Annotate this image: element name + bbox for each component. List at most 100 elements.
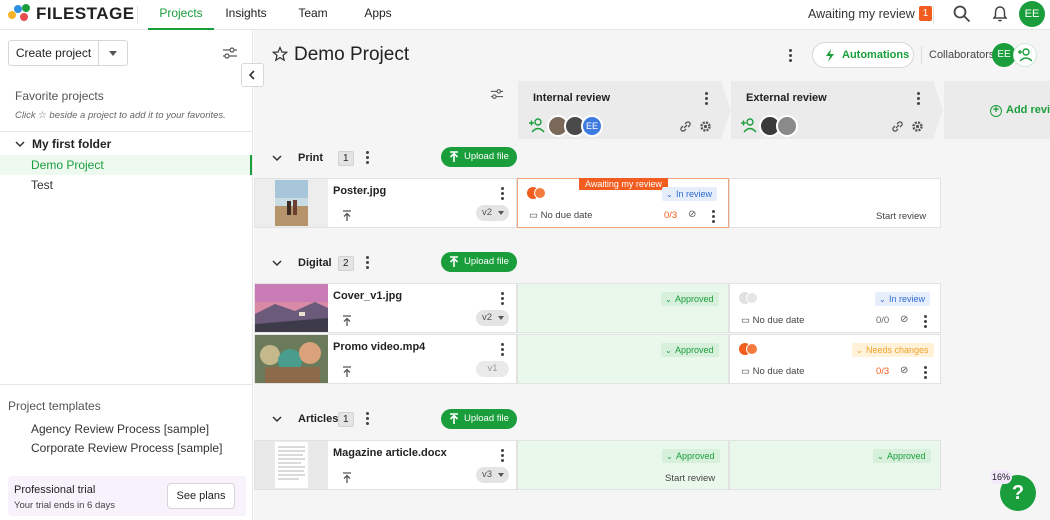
favorite-star-icon[interactable] — [272, 46, 288, 62]
reviewer-status-toggle[interactable] — [739, 292, 761, 304]
file-menu-icon[interactable] — [500, 187, 504, 201]
start-review-link[interactable]: Start review — [876, 211, 926, 222]
status-approved[interactable]: ⌄ Approved — [661, 292, 719, 306]
cell-menu-icon[interactable] — [923, 366, 927, 380]
tab-insights[interactable]: Insights — [220, 0, 272, 30]
tab-team[interactable]: Team — [290, 0, 336, 30]
project-menu-icon[interactable] — [788, 49, 792, 63]
link-icon[interactable]: ⊘ — [900, 314, 908, 325]
upload-file-button[interactable]: Upload file — [441, 147, 517, 167]
status-needs-changes[interactable]: ⌄ Needs changes — [852, 343, 934, 357]
file-name[interactable]: Magazine article.docx — [333, 447, 447, 459]
file-thumbnail[interactable] — [255, 335, 328, 383]
upload-file-button[interactable]: Upload file — [441, 409, 517, 429]
add-reviewer-icon[interactable] — [740, 117, 758, 133]
link-icon[interactable] — [891, 121, 904, 133]
gear-icon[interactable] — [699, 120, 712, 133]
group-menu-icon[interactable] — [366, 412, 370, 426]
create-project-dropdown[interactable] — [99, 41, 127, 65]
reviewer-avatar[interactable] — [776, 115, 798, 137]
group-menu-icon[interactable] — [366, 151, 370, 165]
file-name[interactable]: Promo video.mp4 — [333, 341, 425, 353]
tab-projects[interactable]: Projects — [148, 0, 214, 30]
chevron-down-icon[interactable] — [272, 259, 282, 267]
status-approved[interactable]: ⌄ Approved — [873, 449, 931, 463]
file-menu-icon[interactable] — [500, 343, 504, 357]
sidebar-item-demo-project[interactable]: Demo Project — [0, 155, 252, 175]
collapse-sidebar-button[interactable] — [241, 63, 264, 87]
group-menu-icon[interactable] — [366, 256, 370, 270]
version-selector[interactable]: v2 — [476, 205, 509, 221]
sidebar-item-test[interactable]: Test — [0, 175, 252, 195]
file-card-cover[interactable]: Cover_v1.jpg v2 — [254, 283, 517, 333]
gear-icon[interactable] — [911, 120, 924, 133]
upload-file-button[interactable]: Upload file — [441, 252, 517, 272]
upload-version-icon[interactable] — [342, 366, 352, 378]
add-reviewer-icon[interactable] — [528, 117, 546, 133]
review-cell-promo-internal[interactable]: ⌄ Approved — [517, 334, 729, 384]
template-agency-review[interactable]: Agency Review Process [sample] — [31, 422, 209, 436]
review-cell-poster-external[interactable]: Start review — [729, 178, 941, 228]
file-thumbnail[interactable] — [255, 441, 328, 489]
review-cell-cover-internal[interactable]: ⌄ Approved — [517, 283, 729, 333]
review-cell-article-external[interactable]: ⌄ Approved — [729, 440, 941, 490]
automations-button[interactable]: Automations — [812, 42, 914, 68]
group-print-header[interactable]: Print 1 — [272, 149, 370, 167]
create-project-button[interactable]: Create project — [8, 40, 128, 66]
version-label: v3 — [482, 469, 493, 480]
sidebar-filter-icon[interactable] — [222, 46, 238, 60]
user-avatar[interactable]: EE — [1019, 1, 1045, 27]
due-date[interactable]: ▭ No due date — [741, 366, 804, 377]
stage-menu-icon[interactable] — [704, 92, 708, 106]
tab-apps[interactable]: Apps — [356, 0, 400, 30]
stage-menu-icon[interactable] — [916, 92, 920, 106]
status-in-review[interactable]: ⌄ In review — [875, 292, 931, 306]
search-icon[interactable] — [952, 4, 972, 24]
link-icon[interactable]: ⊘ — [900, 365, 908, 376]
template-corporate-review[interactable]: Corporate Review Process [sample] — [31, 441, 222, 455]
due-date[interactable]: ▭ No due date — [529, 210, 592, 221]
upload-version-icon[interactable] — [342, 210, 352, 222]
file-thumbnail[interactable] — [255, 284, 328, 332]
reviewer-avatar-initials[interactable]: EE — [581, 115, 603, 137]
file-name[interactable]: Poster.jpg — [333, 185, 386, 197]
upload-version-icon[interactable] — [342, 315, 352, 327]
reviewer-status-toggle[interactable] — [739, 343, 761, 355]
cell-menu-icon[interactable] — [923, 315, 927, 329]
upload-version-icon[interactable] — [342, 472, 352, 484]
board-filter-icon[interactable] — [490, 87, 504, 101]
file-card-promo-video[interactable]: Promo video.mp4 v1 — [254, 334, 517, 384]
due-date[interactable]: ▭ No due date — [741, 315, 804, 326]
file-card-poster[interactable]: Poster.jpg v2 — [254, 178, 517, 228]
folder-my-first-folder[interactable]: My first folder — [15, 137, 111, 151]
group-digital-header[interactable]: Digital 2 — [272, 254, 370, 272]
status-approved[interactable]: ⌄ Approved — [662, 449, 720, 463]
add-collaborator-button[interactable] — [1013, 43, 1037, 67]
review-cell-article-internal[interactable]: ⌄ Approved Start review — [517, 440, 729, 490]
review-cell-poster-internal[interactable]: Awaiting my review ⌄ In review ▭ No due d… — [517, 178, 729, 228]
file-card-magazine-article[interactable]: Magazine article.docx v3 — [254, 440, 517, 490]
review-cell-cover-external[interactable]: ⌄ In review ▭ No due date 0/0 ⊘ — [729, 283, 941, 333]
version-selector[interactable]: v2 — [476, 310, 509, 326]
link-icon[interactable] — [679, 121, 692, 133]
file-thumbnail[interactable] — [255, 179, 328, 227]
file-name[interactable]: Cover_v1.jpg — [333, 290, 402, 302]
reviewer-status-toggle[interactable] — [527, 187, 549, 199]
chevron-down-icon[interactable] — [272, 154, 282, 162]
status-in-review[interactable]: ⌄ In review — [662, 187, 718, 201]
review-cell-promo-external[interactable]: ⌄ Needs changes ▭ No due date 0/3 ⊘ — [729, 334, 941, 384]
bell-icon[interactable] — [990, 4, 1010, 24]
version-selector[interactable]: v3 — [476, 467, 509, 483]
link-icon[interactable]: ⊘ — [688, 209, 696, 220]
group-articles-header[interactable]: Articles 1 — [272, 410, 370, 428]
status-approved[interactable]: ⌄ Approved — [661, 343, 719, 357]
add-review-button[interactable]: + Add review — [990, 104, 1050, 117]
filestage-logo[interactable]: FILESTAGE — [8, 3, 135, 25]
see-plans-button[interactable]: See plans — [167, 483, 235, 509]
awaiting-my-review-link[interactable]: Awaiting my review 1 — [808, 6, 933, 21]
file-menu-icon[interactable] — [500, 449, 504, 463]
start-review-link[interactable]: Start review — [665, 473, 715, 484]
chevron-down-icon[interactable] — [272, 415, 282, 423]
file-menu-icon[interactable] — [500, 292, 504, 306]
cell-menu-icon[interactable] — [711, 210, 715, 224]
